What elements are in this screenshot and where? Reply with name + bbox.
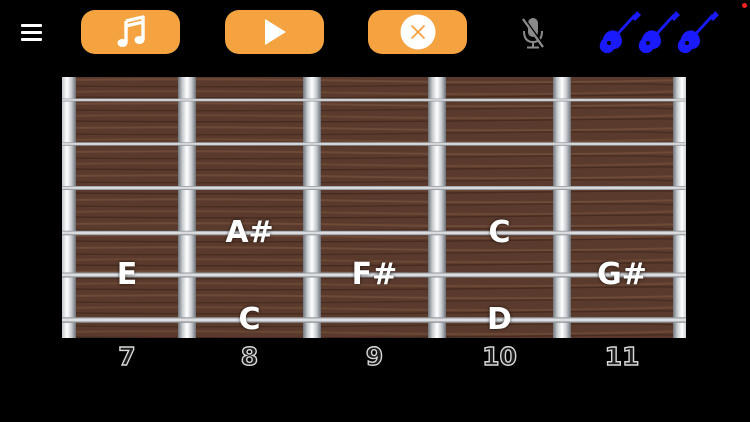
microphone-muted-icon <box>522 17 545 49</box>
menu-icon-bar <box>21 31 42 34</box>
note-marker[interactable]: G# <box>582 259 662 291</box>
note-marker[interactable]: D <box>460 304 540 336</box>
fret-wire <box>553 77 571 338</box>
status-dot <box>742 3 747 8</box>
menu-icon <box>21 24 42 27</box>
play-button[interactable] <box>225 10 324 54</box>
fret-wire <box>673 77 686 338</box>
microphone-button[interactable] <box>520 16 546 50</box>
menu-button[interactable] <box>21 22 43 42</box>
guitar-string <box>62 230 686 236</box>
menu-icon-bar <box>21 38 42 41</box>
fret-wire <box>428 77 446 338</box>
fret-number: 7 <box>118 341 137 371</box>
note-marker[interactable]: A# <box>210 217 290 249</box>
fret-wire <box>303 77 321 338</box>
note-marker[interactable]: C <box>460 217 540 249</box>
clear-button[interactable] <box>368 10 467 54</box>
music-note-icon <box>117 15 145 47</box>
fret-wire <box>178 77 196 338</box>
fret-number: 8 <box>240 341 259 371</box>
close-icon <box>400 14 435 50</box>
fret-number: 9 <box>365 341 384 371</box>
fret-wire <box>62 77 76 338</box>
note-marker[interactable]: C <box>210 304 290 336</box>
note-marker[interactable]: E <box>87 259 167 291</box>
fretboard[interactable]: A# C E F# G# C D <box>62 77 686 338</box>
play-icon <box>264 19 286 45</box>
guitar-string <box>62 98 686 102</box>
music-button[interactable] <box>81 10 180 54</box>
electric-guitar-icon <box>598 9 721 55</box>
guitar-selector[interactable] <box>597 9 721 55</box>
fret-number: 11 <box>604 341 640 371</box>
guitar-string <box>62 317 686 323</box>
note-marker[interactable]: F# <box>335 259 415 291</box>
guitar-string <box>62 186 686 190</box>
fret-number: 10 <box>481 341 517 371</box>
fretboard-graphic <box>62 77 686 338</box>
guitar-string <box>62 142 686 146</box>
